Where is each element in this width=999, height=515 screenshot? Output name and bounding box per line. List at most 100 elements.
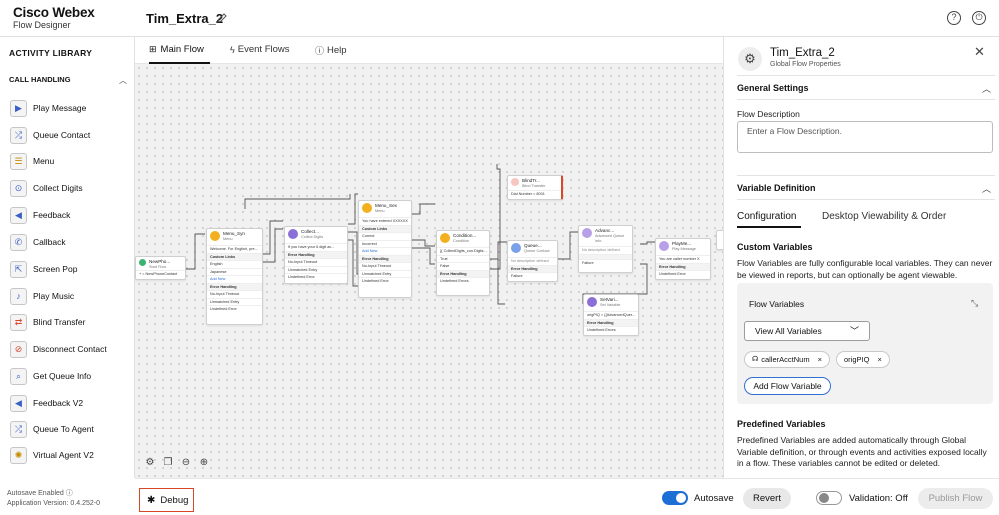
top-bar: Cisco Webex Flow Designer Tim_Extra_2 ? … (0, 0, 999, 37)
variable-chip-orig-piq[interactable]: origPIQ × (836, 351, 890, 368)
node-collect-digits[interactable]: Collect... Collect Digits If you have you… (284, 226, 348, 284)
activity-screen-pop[interactable]: ⇱ Screen Pop (10, 259, 130, 279)
node-menu-syn[interactable]: Menu_Syn Menu Welcome. For English, pre..… (206, 228, 263, 325)
settings-icon[interactable]: ⚙ (143, 456, 157, 470)
zoom-out-icon[interactable]: ⊖ (179, 456, 193, 470)
clipboard-icon[interactable]: ❐ (161, 456, 175, 470)
revert-button[interactable]: Revert (743, 488, 791, 509)
app-version: Application Version: 0.4.252-0 (7, 500, 101, 507)
remove-icon[interactable]: × (877, 352, 881, 367)
chevron-down-icon: ﹀ (849, 326, 859, 336)
activity-menu[interactable]: ☰ Menu (10, 151, 130, 171)
menu-icon: ☰ (10, 152, 27, 170)
subtab-desktop-viewability[interactable]: Desktop Viewability & Order (822, 211, 946, 222)
popout-icon: ⇱ (10, 260, 27, 278)
chevron-up-icon[interactable]: ︿ (982, 182, 991, 195)
properties-panel: ⚙ Tim_Extra_2 Global Flow Properties ✕ G… (723, 37, 999, 478)
node-queue-contact[interactable]: Queue... Queue Contact No description def… (507, 240, 558, 282)
publish-flow-button[interactable]: Publish Flow (918, 488, 993, 509)
activity-feedback-v2[interactable]: ◀ Feedback V2 (10, 393, 130, 413)
power-icon[interactable]: ⏻ (972, 11, 986, 25)
autosave-toggle[interactable] (662, 491, 688, 505)
canvas-controls: ⚙ ❐ ⊖ ⊕ (143, 454, 223, 471)
music-icon: ♪ (10, 287, 27, 305)
collect-icon: ⊙ (10, 179, 27, 197)
menu-node-icon (362, 203, 372, 213)
bottom-toolbar: ✱ Debug Autosave Revert Validation: Off P… (135, 478, 999, 515)
disconnect-icon: ⊘ (10, 340, 27, 358)
play-node-icon (659, 241, 669, 251)
node-new-phone-contact[interactable]: NewPho... Start Flow + = NewPhoneContact (135, 256, 186, 280)
debug-button[interactable]: ✱ Debug (139, 488, 194, 512)
tab-main-flow[interactable]: ⊞ Main Flow (149, 44, 204, 55)
advanced-queue-icon (582, 228, 592, 238)
remove-icon[interactable]: × (818, 352, 822, 367)
tab-event-flows[interactable]: ϟ Event Flows (230, 44, 290, 55)
queue-icon: ⤮ (10, 126, 27, 144)
predefined-variables-description: Predefined Variables are added automatic… (737, 435, 987, 468)
virtual-agent-icon: ✺ (10, 446, 27, 464)
activity-queue-to-agent[interactable]: ⤮ Queue To Agent (10, 419, 130, 439)
variable-chip-caller-acct-num[interactable]: ☊ callerAcctNum × (744, 351, 830, 368)
tab-help[interactable]: ⓘ Help (315, 44, 347, 57)
validation-label: Validation: Off (849, 493, 908, 504)
flow-description-label: Flow Description (737, 109, 800, 119)
headset-icon: ☊ (752, 356, 759, 363)
add-flow-variable-button[interactable]: Add Flow Variable (744, 377, 831, 395)
custom-variables-description: Flow Variables are fully configurable lo… (737, 258, 993, 280)
custom-variables-header: Custom Variables (737, 242, 813, 252)
info-icon[interactable]: ⓘ (66, 490, 73, 497)
flow-canvas[interactable]: NewPho... Start Flow + = NewPhoneContact … (135, 64, 726, 478)
activity-play-message[interactable]: ▶ Play Message (10, 98, 130, 118)
subtab-indicator (737, 226, 801, 228)
node-blind-transfer[interactable]: BlindTr... Blind Transfer Dial Number = 8… (507, 175, 563, 200)
status-area: Autosave Enabled ⓘ Application Version: … (0, 478, 135, 515)
activity-get-queue-info[interactable]: ⌕ Get Queue Info (10, 366, 130, 386)
zoom-in-icon[interactable]: ⊕ (197, 456, 211, 470)
node-condition[interactable]: Condition... Condition {{ CollectDigits_c… (436, 230, 490, 296)
queue-node-icon (511, 243, 521, 253)
brand-subtitle: Flow Designer (13, 20, 71, 30)
general-settings-header[interactable]: General Settings (737, 83, 809, 93)
megaphone-icon: ◀ (10, 394, 27, 412)
view-variables-select[interactable]: View All Variables ﹀ (744, 321, 870, 341)
transfer-icon: ⇄ (10, 313, 27, 331)
node-menu-sex[interactable]: Menu_Sex Menu You have entered XXXXXX Cus… (358, 200, 412, 298)
variable-definition-header[interactable]: Variable Definition (737, 183, 816, 193)
node-play-message[interactable]: PlayMe... Play Message You are caller num… (655, 238, 711, 280)
collect-node-icon (288, 229, 298, 239)
activity-virtual-agent-v2[interactable]: ✺ Virtual Agent V2 (10, 445, 130, 465)
flow-description-input[interactable]: Enter a Flow Description. (737, 121, 993, 153)
validation-toggle[interactable] (816, 491, 842, 505)
activity-queue-contact[interactable]: ⤮ Queue Contact (10, 125, 130, 145)
close-icon[interactable]: ✕ (974, 44, 985, 60)
flow-name: Tim_Extra_2 (146, 11, 224, 26)
edit-pencil-icon[interactable] (216, 12, 228, 24)
activity-disconnect-contact[interactable]: ⊘ Disconnect Contact (10, 339, 130, 359)
help-icon[interactable]: ? (947, 11, 961, 25)
transfer-node-icon (511, 178, 519, 186)
panel-title: Tim_Extra_2 (770, 47, 835, 59)
node-advanced-queue-info[interactable]: Advanc... Advanced Queue Info No descript… (578, 225, 633, 273)
start-icon (139, 259, 146, 266)
activity-play-music[interactable]: ♪ Play Music (10, 286, 130, 306)
activity-collect-digits[interactable]: ⊙ Collect Digits (10, 178, 130, 198)
activity-callback[interactable]: ✆ Callback (10, 232, 130, 252)
menu-node-icon (210, 231, 220, 241)
flow-variables-title: Flow Variables (749, 299, 805, 309)
activity-library: ACTIVITY LIBRARY CALL HANDLING ︿ ▶ Play M… (0, 37, 135, 478)
panel-subtitle: Global Flow Properties (770, 61, 841, 68)
search-icon: ⌕ (10, 367, 27, 385)
expand-icon[interactable]: ⤡ (971, 298, 978, 309)
autosave-status: Autosave Enabled ⓘ (7, 490, 73, 497)
chevron-up-icon[interactable]: ︿ (982, 82, 991, 95)
autosave-label: Autosave (694, 493, 734, 504)
chevron-up-icon[interactable]: ︿ (119, 75, 127, 86)
subtab-configuration[interactable]: Configuration (737, 211, 796, 222)
node-set-variable[interactable]: SetVari... Set Variable origPIQ = {{Advan… (583, 294, 639, 336)
section-call-handling[interactable]: CALL HANDLING (9, 75, 71, 84)
predefined-variables-header: Predefined Variables (737, 419, 826, 429)
queue-agent-icon: ⤮ (10, 420, 27, 438)
activity-blind-transfer[interactable]: ⇄ Blind Transfer (10, 312, 130, 332)
activity-feedback[interactable]: ◀ Feedback (10, 205, 130, 225)
